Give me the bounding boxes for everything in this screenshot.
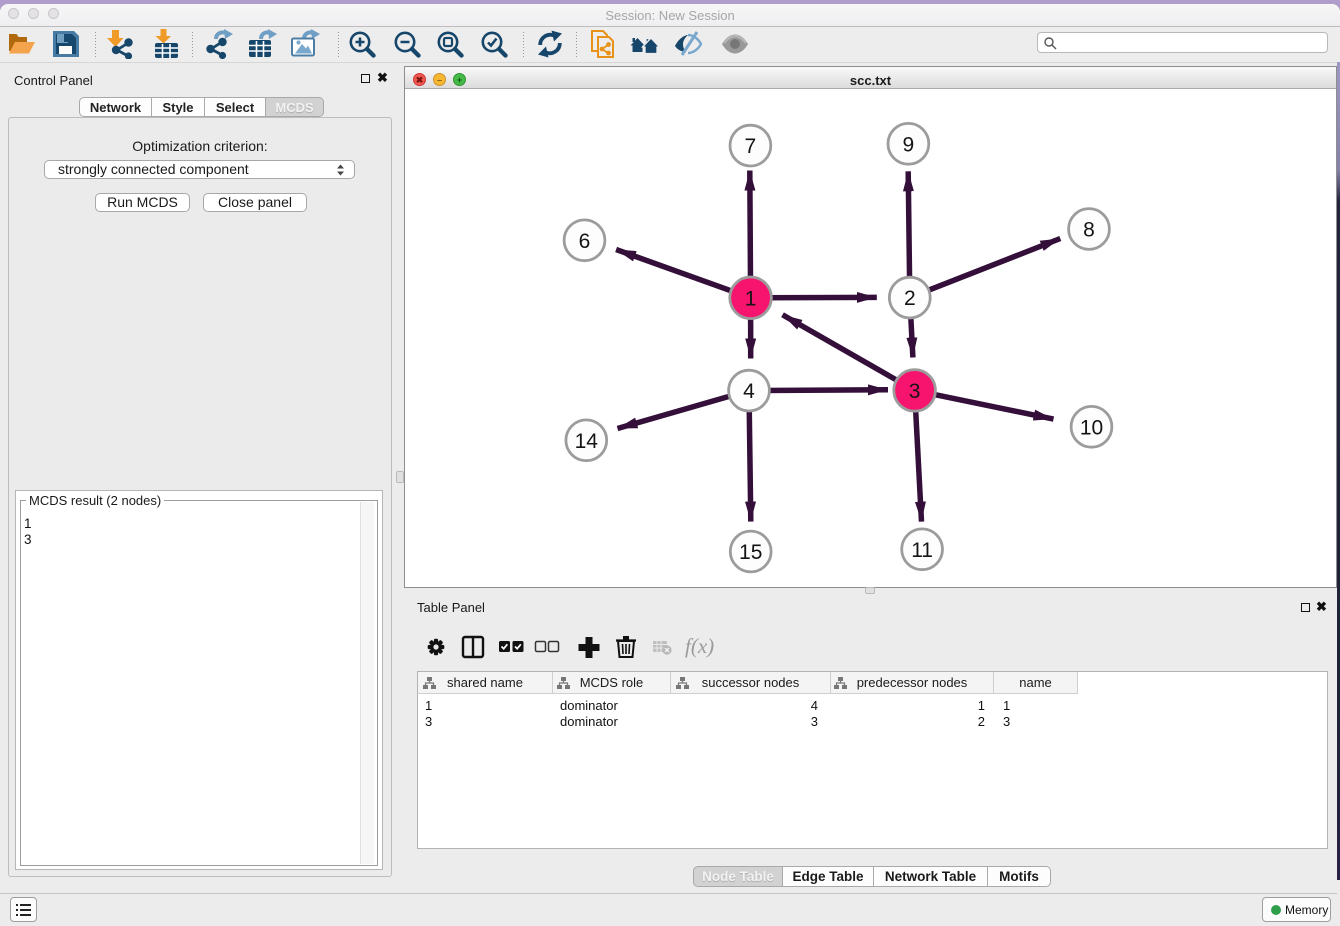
svg-text:1: 1: [745, 287, 757, 310]
svg-text:6: 6: [579, 230, 591, 253]
svg-text:9: 9: [903, 133, 915, 156]
svg-text:8: 8: [1083, 219, 1095, 242]
svg-text:f(x): f(x): [685, 634, 714, 658]
svg-text:2: 2: [904, 287, 916, 310]
svg-text:7: 7: [745, 135, 757, 158]
svg-text:15: 15: [739, 541, 762, 564]
svg-text:11: 11: [911, 539, 933, 562]
svg-text:14: 14: [575, 430, 599, 453]
svg-text:4: 4: [743, 380, 755, 403]
svg-text:3: 3: [909, 380, 921, 403]
svg-text:10: 10: [1080, 416, 1103, 439]
